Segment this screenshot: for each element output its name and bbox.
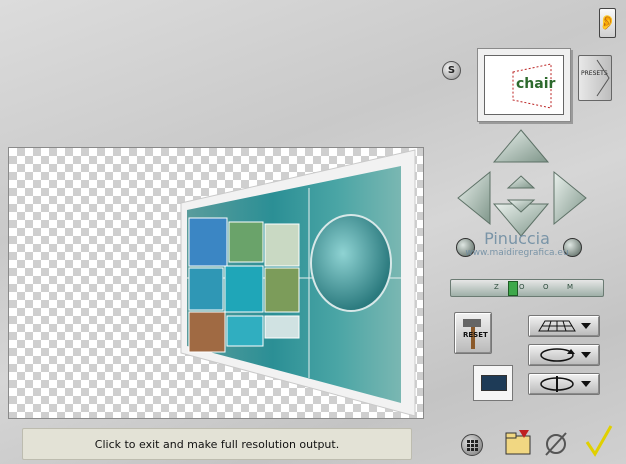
perspective-image [180, 149, 416, 417]
thumbnail-image: chair [484, 55, 564, 115]
flip-dropdown[interactable] [528, 373, 600, 395]
ok-button[interactable] [583, 424, 613, 458]
checkmark-icon [585, 425, 613, 457]
nav-arrows [457, 129, 587, 237]
status-bar[interactable]: Click to exit and make full resolution o… [22, 428, 412, 460]
arrow-left-icon[interactable] [457, 170, 491, 226]
zoom-slider[interactable]: Z O O M [450, 279, 604, 297]
zoom-handle[interactable] [508, 281, 518, 296]
watermark: Pinuccia www.maidiregrafica.eu [465, 229, 569, 258]
background-thumb-button[interactable] [473, 365, 513, 401]
reset-button[interactable]: RESET [454, 312, 492, 354]
s-button[interactable]: S [442, 61, 461, 80]
preview-canvas[interactable] [8, 147, 424, 419]
arrow-up-icon[interactable] [492, 129, 550, 163]
rotate-icon [540, 348, 591, 362]
thumbnail-logo: chair [516, 76, 556, 92]
chevron-down-icon [581, 323, 591, 329]
cancel-button[interactable] [542, 430, 570, 458]
perspective-grid-icon [538, 320, 591, 332]
presets-button[interactable]: PRESETS [578, 55, 612, 101]
cancel-icon [545, 432, 567, 456]
chevron-down-icon [581, 352, 591, 358]
ear-icon: 👂 [598, 15, 617, 31]
flip-icon [540, 376, 591, 392]
perspective-dropdown[interactable] [528, 315, 600, 337]
grid-button[interactable] [461, 434, 483, 456]
folder-icon [505, 430, 531, 455]
arrow-right-icon[interactable] [553, 170, 587, 226]
thumbnail-preview[interactable]: chair [477, 48, 571, 122]
small-up-icon[interactable] [506, 175, 536, 189]
open-button[interactable] [503, 428, 533, 458]
grid-icon [467, 440, 478, 451]
ear-button[interactable]: 👂 [599, 8, 616, 38]
chevron-down-icon [581, 381, 591, 387]
background-thumb-image [481, 375, 507, 391]
rotate-dropdown[interactable] [528, 344, 600, 366]
chevron-right-icon [596, 59, 610, 97]
